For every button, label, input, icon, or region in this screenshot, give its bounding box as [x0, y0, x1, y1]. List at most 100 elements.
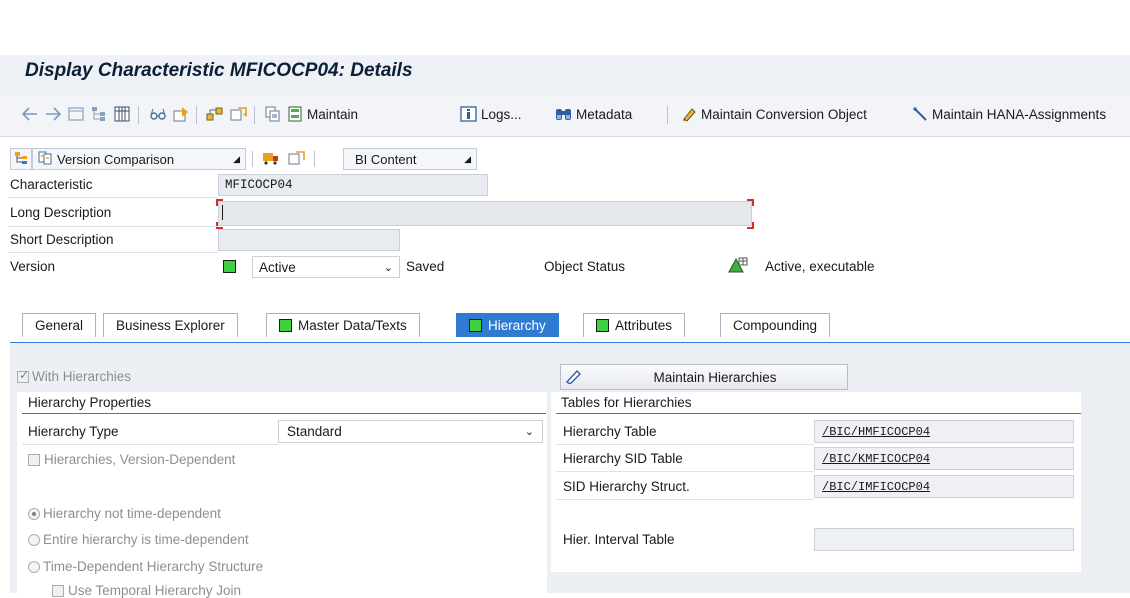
use-temporal-join-label: Use Temporal Hierarchy Join — [68, 583, 242, 598]
radio-entire-time-dependent[interactable]: Entire hierarchy is time-dependent — [28, 532, 249, 547]
table-icon[interactable] — [112, 104, 132, 124]
row-divider — [22, 444, 278, 445]
short-description-field[interactable] — [218, 229, 400, 251]
version-status-indicator — [223, 260, 236, 273]
with-hierarchies-checkbox[interactable]: ✓ With Hierarchies — [17, 368, 131, 384]
tables-for-hierarchies-title: Tables for Hierarchies — [561, 395, 692, 410]
tab-master-data-texts[interactable]: Master Data/Texts — [266, 313, 420, 337]
info-icon — [460, 106, 477, 122]
hier-interval-table-field[interactable] — [814, 528, 1074, 551]
maintain-hana-label: Maintain HANA-Assignments — [932, 106, 1107, 122]
checkbox-box — [52, 584, 64, 597]
metadata-label: Metadata — [576, 106, 633, 122]
toolbar-separator — [252, 151, 253, 167]
radio-label: Hierarchy not time-dependent — [43, 506, 221, 521]
bi-content-dropdown[interactable]: BI Content ◢ — [343, 148, 477, 170]
pencil-icon — [561, 368, 583, 387]
row-divider — [556, 444, 814, 445]
glasses-icon[interactable] — [148, 104, 168, 124]
sid-hierarchy-struct-field[interactable]: /BIC/IMFICOCP04 — [814, 475, 1074, 498]
chevron-down-icon: ⌄ — [524, 426, 534, 438]
version-select-value: Active — [259, 259, 296, 275]
wand-icon — [912, 106, 928, 122]
row-divider — [8, 197, 218, 198]
version-comparison-dropdown[interactable]: Version Comparison ◢ — [32, 148, 246, 170]
version-select[interactable]: Active ⌄ — [252, 256, 400, 278]
tab-compounding[interactable]: Compounding — [720, 313, 831, 337]
binoculars-icon — [555, 106, 572, 122]
maintain-label: Maintain — [307, 106, 359, 122]
hierarchy-sid-table-field[interactable]: /BIC/KMFICOCP04 — [814, 447, 1074, 470]
transport-objects-button[interactable] — [260, 149, 282, 169]
hierarchy-table-label: Hierarchy Table — [563, 424, 657, 439]
toolbar-separator — [667, 106, 668, 124]
characteristic-field[interactable]: MFICOCP04 — [218, 174, 488, 196]
export-icon — [288, 150, 306, 169]
transport-icon[interactable] — [229, 104, 249, 124]
required-corner-mark — [747, 222, 754, 229]
long-description-field[interactable] — [218, 201, 752, 226]
hierarchy-sid-table-label: Hierarchy SID Table — [563, 451, 683, 466]
required-corner-mark — [747, 199, 754, 206]
tab-business-explorer[interactable]: Business Explorer — [103, 313, 238, 337]
hierarchy-display-button[interactable] — [10, 148, 32, 170]
tab-hierarchy[interactable]: Hierarchy — [456, 313, 559, 337]
version-label: Version — [10, 259, 56, 274]
tab-label: Hierarchy — [488, 318, 546, 333]
where-used-icon[interactable] — [205, 104, 225, 124]
version-dependent-label: Hierarchies, Version-Dependent — [44, 452, 236, 467]
maintain-conversion-object-button[interactable]: Maintain Conversion Object — [681, 106, 867, 122]
version-dependent-checkbox[interactable]: Hierarchies, Version-Dependent — [28, 452, 235, 467]
tab-label: General — [35, 318, 84, 333]
maintain-button[interactable]: Maintain — [287, 106, 358, 122]
object-status-value: Active, executable — [765, 259, 875, 274]
short-description-label: Short Description — [10, 232, 114, 247]
tab-label: Business Explorer — [116, 318, 225, 333]
hierarchy-type-select[interactable]: Standard ⌄ — [278, 420, 543, 443]
metadata-button[interactable]: Metadata — [555, 106, 632, 122]
pencil-icon — [681, 106, 697, 122]
window-icon[interactable] — [66, 104, 86, 124]
row-divider — [8, 252, 218, 253]
maintain-icon — [287, 106, 303, 122]
tab-label: Compounding — [733, 318, 818, 333]
logs-button[interactable]: Logs... — [460, 106, 522, 122]
toolbar-separator — [138, 106, 139, 124]
radio-not-time-dependent[interactable]: Hierarchy not time-dependent — [28, 506, 221, 521]
bi-content-label: BI Content — [355, 151, 417, 167]
arrow-right-icon[interactable] — [43, 104, 63, 124]
toolbar-separator — [314, 151, 315, 167]
tree-icon[interactable] — [89, 104, 109, 124]
row-divider — [8, 226, 218, 227]
group-header-line — [22, 413, 546, 414]
truck-icon — [262, 151, 280, 168]
sid-hierarchy-struct-label: SID Hierarchy Struct. — [563, 479, 690, 494]
long-description-label: Long Description — [10, 205, 112, 220]
use-temporal-join-checkbox[interactable]: Use Temporal Hierarchy Join — [52, 583, 241, 598]
export-button[interactable] — [286, 149, 308, 169]
radio-circle — [28, 533, 40, 546]
version-comparison-icon — [38, 151, 53, 168]
version-comparison-label: Version Comparison — [57, 151, 175, 167]
group-header-line — [556, 413, 1081, 414]
hierarchy-type-value: Standard — [287, 424, 342, 439]
activate-icon[interactable] — [171, 104, 191, 124]
tab-general[interactable]: General — [22, 313, 97, 337]
radio-circle — [28, 560, 40, 573]
hierarchy-table-field[interactable]: /BIC/HMFICOCP04 — [814, 420, 1074, 443]
maintain-hana-assignments-button[interactable]: Maintain HANA-Assignments — [912, 106, 1106, 122]
arrow-left-icon[interactable] — [20, 104, 40, 124]
characteristic-label: Characteristic — [10, 177, 93, 192]
object-status-icon — [727, 256, 749, 277]
radio-time-dependent-structure[interactable]: Time-Dependent Hierarchy Structure — [28, 559, 263, 574]
tab-label: Attributes — [615, 318, 673, 333]
checkbox-box: ✓ — [17, 368, 29, 383]
maintain-conversion-label: Maintain Conversion Object — [701, 106, 867, 122]
toolbar-separator — [254, 106, 255, 124]
status-indicator — [279, 319, 292, 332]
maintain-hierarchies-button[interactable]: Maintain Hierarchies — [560, 364, 848, 390]
copy-icon[interactable] — [263, 104, 283, 124]
tab-attributes[interactable]: Attributes — [583, 313, 686, 337]
hierarchy-type-label: Hierarchy Type — [28, 424, 119, 439]
text-cursor — [222, 205, 223, 220]
